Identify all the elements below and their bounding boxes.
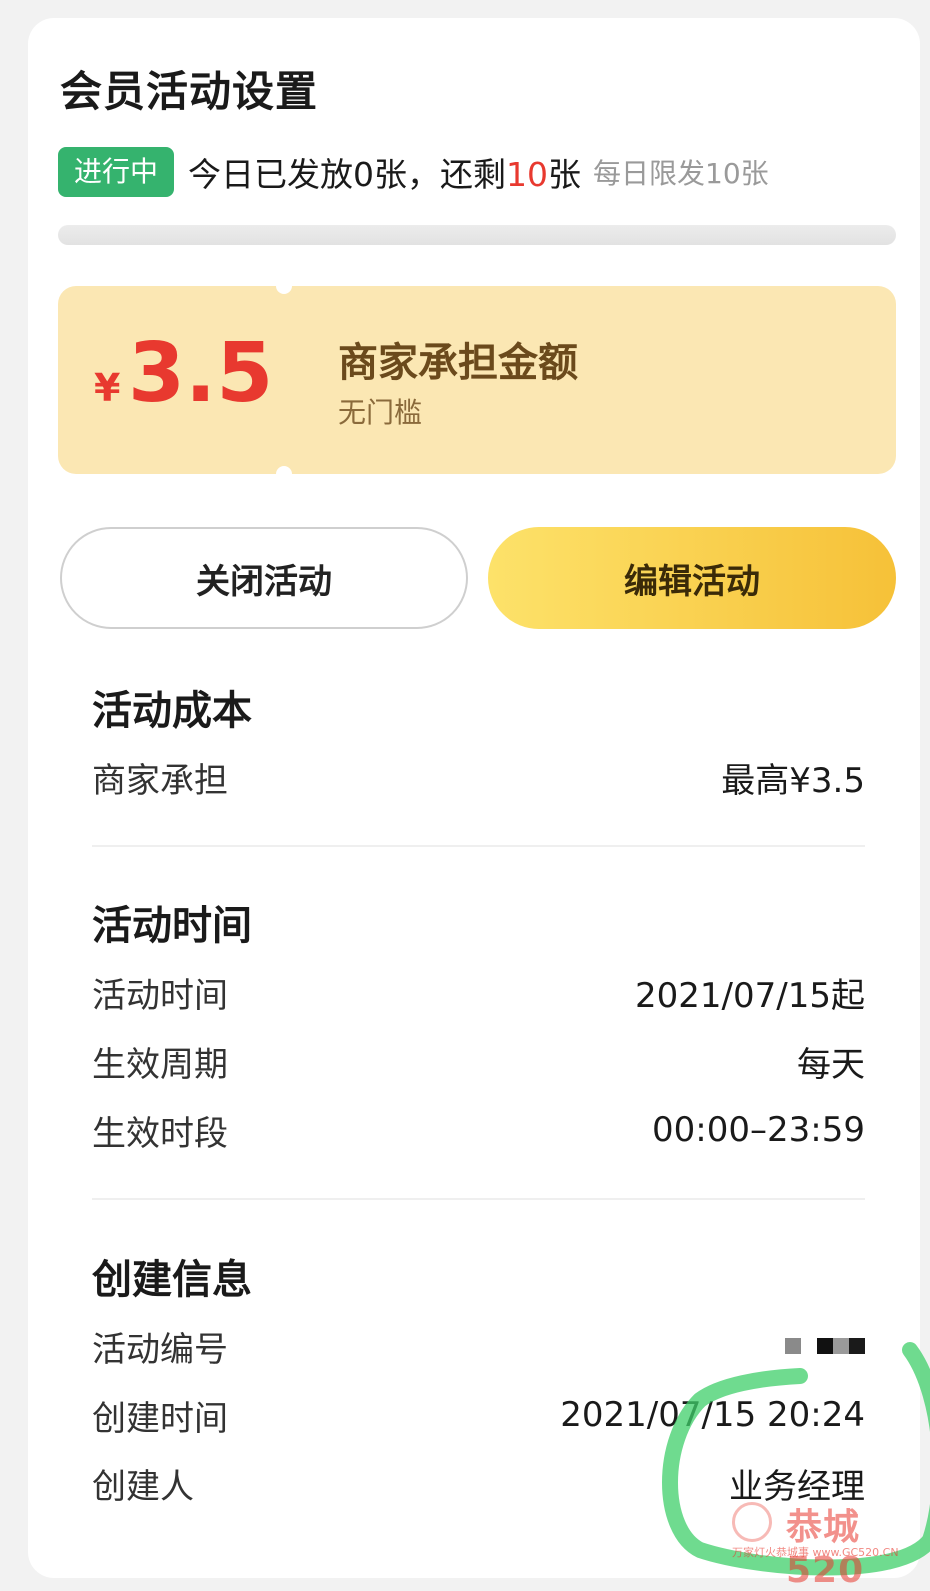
period-row: 生效周期 每天 xyxy=(92,1038,865,1085)
coupon-currency: ¥ xyxy=(94,366,121,410)
daily-limit-text: 每日限发10张 xyxy=(593,157,769,190)
row-label: 活动编号 xyxy=(92,1329,228,1370)
created-time-row: 创建时间 2021/07/15 20:24 xyxy=(92,1392,865,1439)
divider xyxy=(92,1198,865,1200)
row-label: 生效周期 xyxy=(92,1044,228,1085)
row-label: 创建时间 xyxy=(92,1398,228,1439)
cost-row: 商家承担 最高¥3.5 xyxy=(92,754,865,801)
section-title-cost: 活动成本 xyxy=(92,688,252,734)
row-value: 00:00–23:59 xyxy=(652,1110,865,1150)
section-title-creation: 创建信息 xyxy=(92,1257,252,1303)
remaining-suffix: 张 xyxy=(548,155,582,194)
coupon-notch-bottom xyxy=(276,466,292,482)
status-row: 进行中 今日已发放0张，还剩10张 每日限发10张 xyxy=(58,146,769,198)
activity-id-redacted xyxy=(785,1338,865,1354)
progress-bar xyxy=(58,225,896,245)
coupon-amount: 3.5 xyxy=(128,326,274,421)
hours-row: 生效时段 00:00–23:59 xyxy=(92,1107,865,1154)
time-row: 活动时间 2021/07/15起 xyxy=(92,969,865,1016)
close-activity-button[interactable]: 关闭活动 xyxy=(60,527,468,629)
activity-id-row: 活动编号 xyxy=(92,1323,865,1370)
edit-activity-button[interactable]: 编辑活动 xyxy=(488,527,896,629)
row-value: 每天 xyxy=(797,1044,865,1085)
row-label: 创建人 xyxy=(92,1466,194,1507)
row-label: 生效时段 xyxy=(92,1113,228,1154)
divider xyxy=(92,845,865,847)
row-value: 最高¥3.5 xyxy=(721,760,865,801)
watermark: 恭城520 万家灯火恭城事 www.GC520.CN xyxy=(728,1496,928,1591)
issued-status-text: 今日已发放0张，还剩10张 xyxy=(188,148,581,196)
coupon-subtitle: 无门槛 xyxy=(338,396,423,429)
coupon-title: 商家承担金额 xyxy=(338,340,578,386)
coupon-notch-top xyxy=(276,278,292,294)
row-label: 活动时间 xyxy=(92,975,228,1016)
issued-prefix: 今日已发放0张，还剩 xyxy=(188,155,507,194)
row-value: 2021/07/15起 xyxy=(635,975,865,1016)
row-label: 商家承担 xyxy=(92,760,228,801)
row-value: 2021/07/15 20:24 xyxy=(560,1395,865,1435)
remaining-count: 10 xyxy=(506,155,549,194)
watermark-subtext: 万家灯火恭城事 www.GC520.CN xyxy=(732,1546,899,1559)
coupon-card: ¥ 3.5 商家承担金额 无门槛 xyxy=(58,278,896,482)
watermark-logo-icon xyxy=(732,1502,772,1542)
page-title: 会员活动设置 xyxy=(60,67,319,116)
section-title-time: 活动时间 xyxy=(92,903,252,949)
status-badge: 进行中 xyxy=(58,147,175,197)
